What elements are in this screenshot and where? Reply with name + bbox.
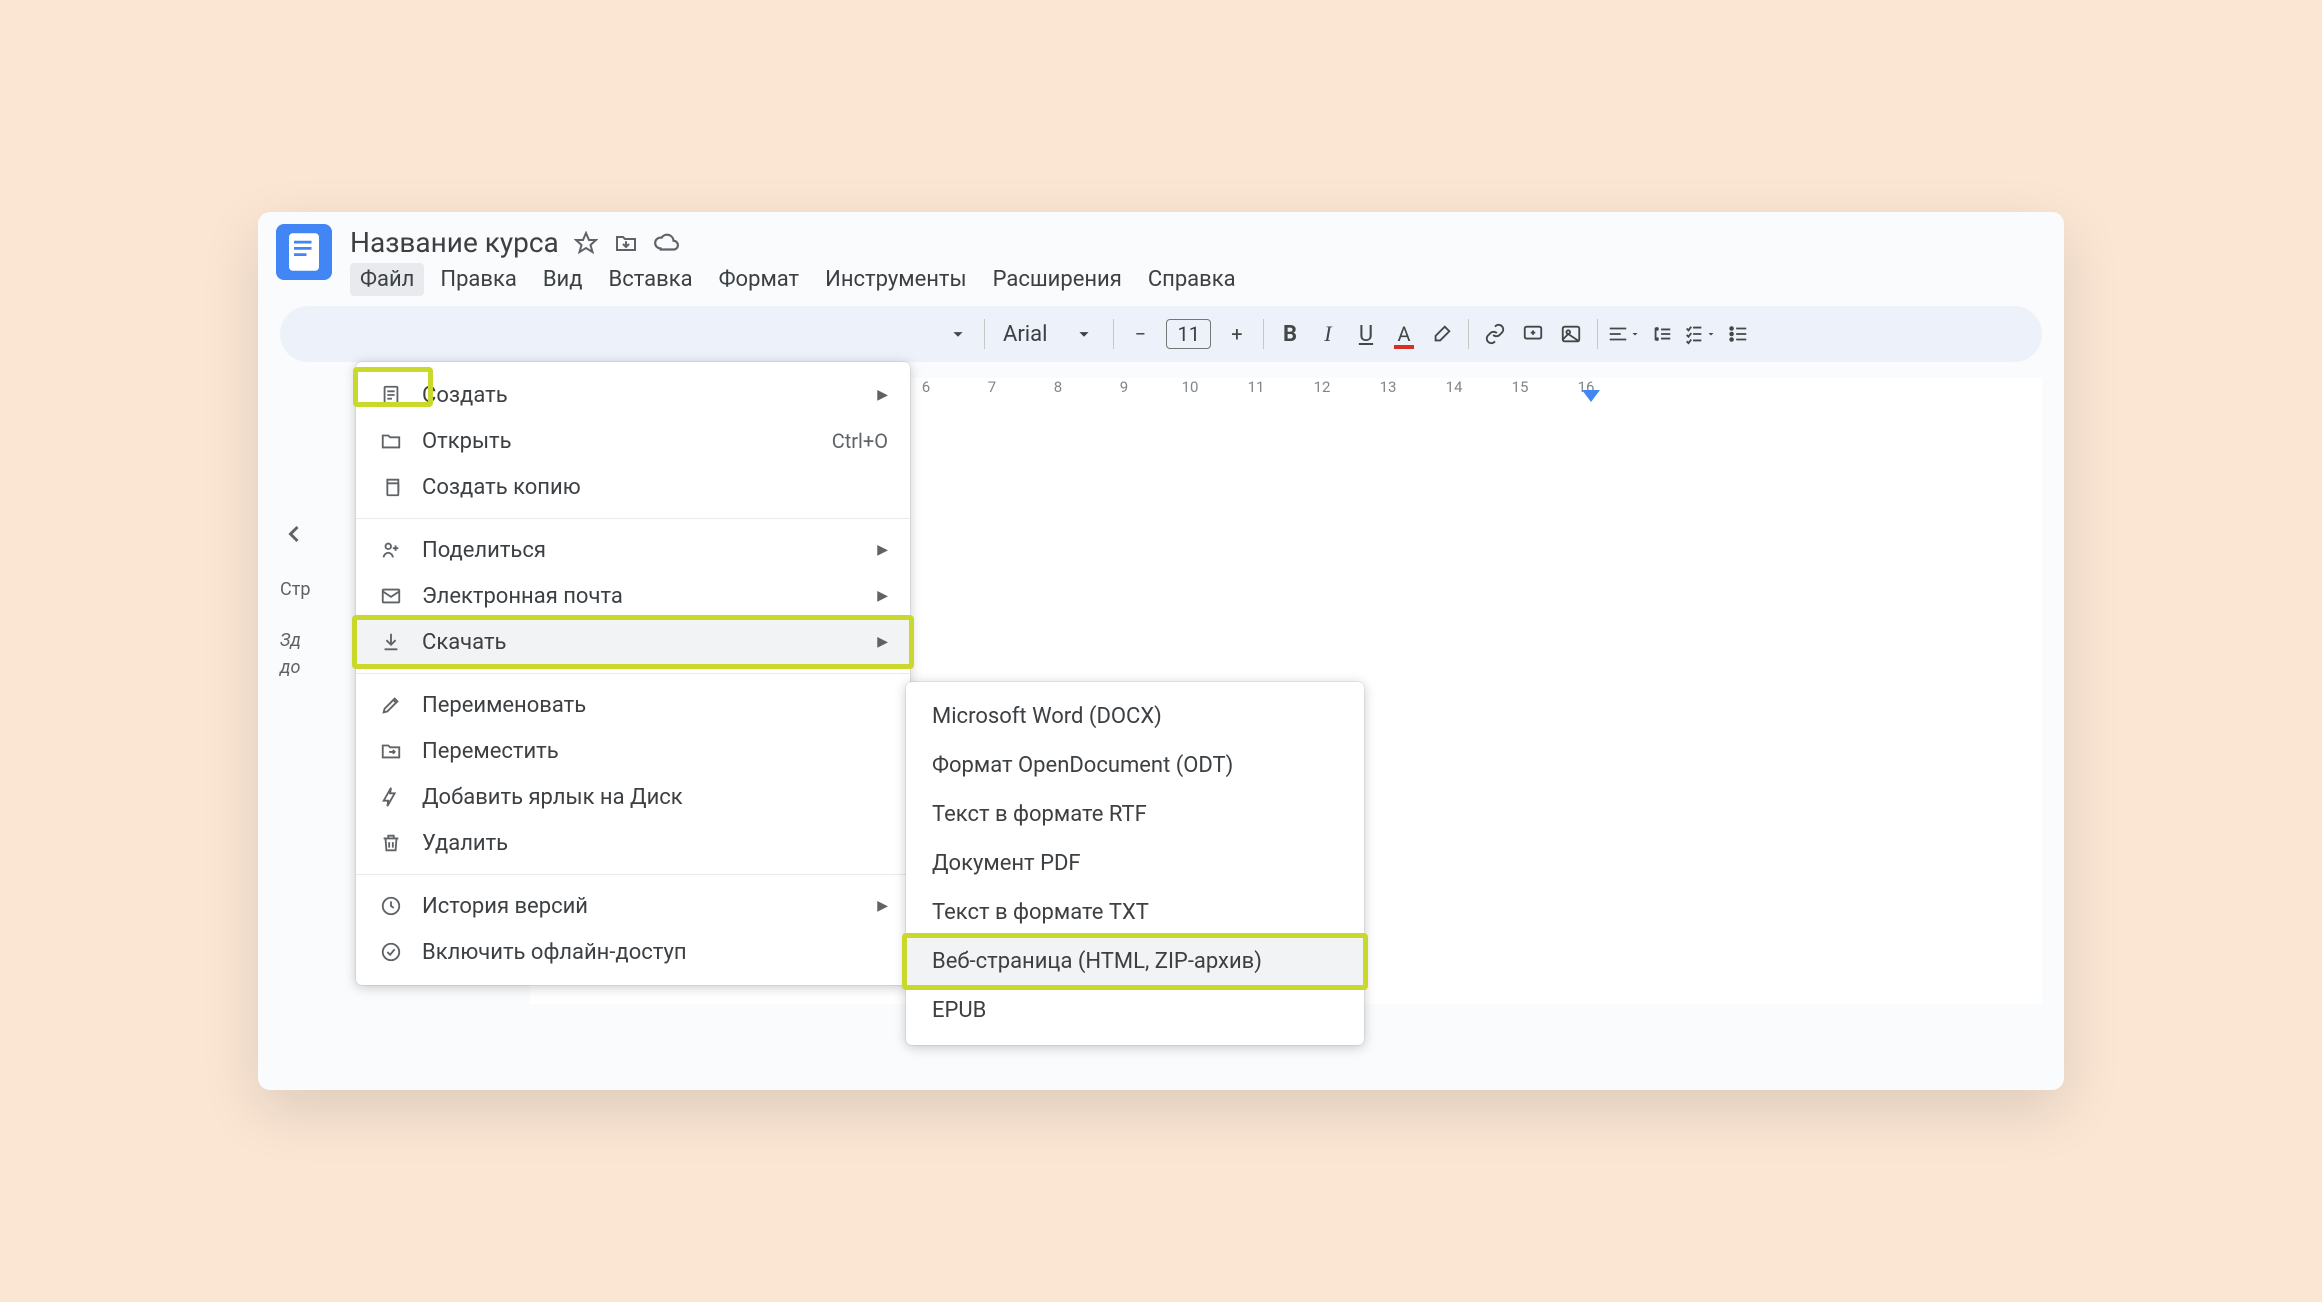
menu-file[interactable]: Файл <box>350 263 424 296</box>
chevron-right-icon: ▶ <box>877 898 888 914</box>
menubar: Файл Правка Вид Вставка Формат Инструмен… <box>350 263 2046 296</box>
line-spacing-button[interactable] <box>1644 316 1680 352</box>
topbar: Название курса Файл Правка Вид Вставка Ф… <box>258 212 2064 296</box>
download-submenu: Microsoft Word (DOCX) Формат OpenDocumen… <box>906 682 1364 1045</box>
menu-item-rename[interactable]: Переименовать <box>356 682 910 728</box>
bullet-list-button[interactable] <box>1720 316 1756 352</box>
comment-button[interactable] <box>1515 316 1551 352</box>
menu-item-open[interactable]: Открыть Ctrl+O <box>356 418 910 464</box>
offline-icon <box>378 939 404 965</box>
font-size-decrease[interactable]: − <box>1122 316 1158 352</box>
submenu-item-txt[interactable]: Текст в формате TXT <box>906 888 1364 937</box>
font-family-selector[interactable]: Arial <box>993 322 1105 347</box>
document-title[interactable]: Название курса <box>350 226 559 259</box>
menu-extensions[interactable]: Расширения <box>983 263 1132 296</box>
download-icon <box>378 629 404 655</box>
italic-button[interactable]: I <box>1310 316 1346 352</box>
align-button[interactable] <box>1606 316 1642 352</box>
toolbar-separator <box>1468 319 1469 349</box>
style-dropdown-icon[interactable] <box>940 316 976 352</box>
chevron-right-icon: ▶ <box>877 634 888 650</box>
menu-divider <box>356 673 910 674</box>
menu-item-move[interactable]: Переместить <box>356 728 910 774</box>
menu-item-email[interactable]: Электронная почта ▶ <box>356 573 910 619</box>
move-icon <box>378 738 404 764</box>
drive-shortcut-icon <box>378 784 404 810</box>
submenu-item-pdf[interactable]: Документ PDF <box>906 839 1364 888</box>
chevron-down-icon <box>1073 323 1095 345</box>
toolbar-separator <box>984 319 985 349</box>
menu-item-offline[interactable]: Включить офлайн-доступ <box>356 929 910 975</box>
menu-item-add-shortcut[interactable]: Добавить ярлык на Диск <box>356 774 910 820</box>
copy-icon <box>378 474 404 500</box>
menu-item-share[interactable]: Поделиться ▶ <box>356 527 910 573</box>
submenu-item-html[interactable]: Веб-страница (HTML, ZIP-архив) <box>906 937 1364 986</box>
submenu-item-docx[interactable]: Microsoft Word (DOCX) <box>906 692 1364 741</box>
menu-divider <box>356 518 910 519</box>
history-icon <box>378 893 404 919</box>
folder-icon <box>378 428 404 454</box>
move-folder-icon[interactable] <box>613 230 639 256</box>
menu-insert[interactable]: Вставка <box>599 263 703 296</box>
document-icon <box>378 382 404 408</box>
indent-marker-right-icon[interactable] <box>1582 390 1600 404</box>
menu-view[interactable]: Вид <box>533 263 593 296</box>
menu-item-download[interactable]: Скачать ▶ <box>356 619 910 665</box>
chevron-right-icon: ▶ <box>877 542 888 558</box>
image-button[interactable] <box>1553 316 1589 352</box>
toolbar: Arial − 11 + B I U A <box>280 306 2042 362</box>
title-row: Название курса <box>350 224 2046 259</box>
bold-button[interactable]: B <box>1272 316 1308 352</box>
toolbar-separator <box>1113 319 1114 349</box>
menu-item-trash[interactable]: Удалить <box>356 820 910 866</box>
docs-logo[interactable] <box>276 224 332 280</box>
submenu-item-odt[interactable]: Формат OpenDocument (ODT) <box>906 741 1364 790</box>
share-icon <box>378 537 404 563</box>
menu-help[interactable]: Справка <box>1138 263 1246 296</box>
back-arrow-icon[interactable] <box>280 520 308 548</box>
file-menu-dropdown: Создать ▶ Открыть Ctrl+O Создать копию П… <box>356 362 910 985</box>
chevron-right-icon: ▶ <box>877 387 888 403</box>
submenu-item-epub[interactable]: EPUB <box>906 986 1364 1035</box>
text-color-button[interactable]: A <box>1386 316 1422 352</box>
menu-item-version-history[interactable]: История версий ▶ <box>356 883 910 929</box>
star-icon[interactable] <box>573 230 599 256</box>
checklist-button[interactable] <box>1682 316 1718 352</box>
rename-icon <box>378 692 404 718</box>
menu-tools[interactable]: Инструменты <box>815 263 976 296</box>
menu-item-make-copy[interactable]: Создать копию <box>356 464 910 510</box>
trash-icon <box>378 830 404 856</box>
docs-icon <box>289 233 319 271</box>
font-size-increase[interactable]: + <box>1219 316 1255 352</box>
toolbar-separator <box>1597 319 1598 349</box>
menu-format[interactable]: Формат <box>709 263 810 296</box>
highlight-button[interactable] <box>1424 316 1460 352</box>
menu-divider <box>356 874 910 875</box>
chevron-right-icon: ▶ <box>877 588 888 604</box>
app-window: Название курса Файл Правка Вид Вставка Ф… <box>258 212 2064 1090</box>
font-size-input[interactable]: 11 <box>1166 319 1210 349</box>
menu-item-new[interactable]: Создать ▶ <box>356 372 910 418</box>
title-area: Название курса Файл Правка Вид Вставка Ф… <box>350 224 2046 296</box>
email-icon <box>378 583 404 609</box>
menu-edit[interactable]: Правка <box>430 263 526 296</box>
underline-button[interactable]: U <box>1348 316 1384 352</box>
submenu-item-rtf[interactable]: Текст в формате RTF <box>906 790 1364 839</box>
link-button[interactable] <box>1477 316 1513 352</box>
toolbar-separator <box>1263 319 1264 349</box>
cloud-icon[interactable] <box>653 230 679 256</box>
